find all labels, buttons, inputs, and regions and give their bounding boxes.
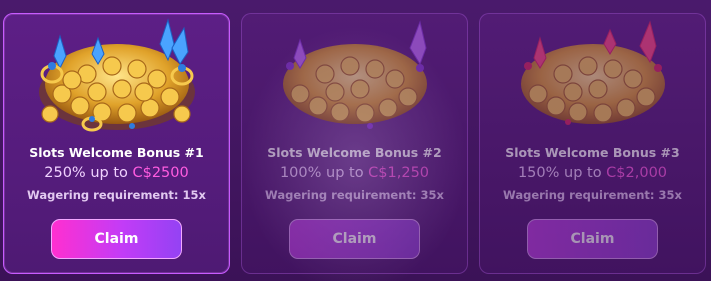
claim-button[interactable]: Claim (289, 219, 420, 259)
bonus-cards: Slots Welcome Bonus #1 250% up to C$2500… (0, 0, 711, 281)
claim-button[interactable]: Claim (527, 219, 658, 259)
bonus-amount: C$1,250 (368, 165, 430, 181)
wagering-requirement: Wagering requirement: 15x (27, 188, 206, 202)
treasure-coins-icon (283, 20, 427, 129)
bonus-card-3[interactable]: Slots Welcome Bonus #3 150% up to C$2,00… (479, 13, 706, 274)
bonus-amount: C$2500 (132, 165, 189, 181)
wagering-requirement: Wagering requirement: 35x (503, 188, 682, 202)
bonus-percent: 100% up to (279, 165, 369, 181)
treasure-coins-icon (39, 18, 195, 132)
bonus-title: Slots Welcome Bonus #1 (29, 145, 204, 160)
bonus-offer: 150% up to C$2,000 (480, 165, 705, 181)
bonus-percent: 250% up to (44, 165, 133, 181)
treasure-coins-icon (521, 20, 665, 125)
wagering-requirement: Wagering requirement: 35x (265, 188, 444, 202)
bonus-card-2[interactable]: Slots Welcome Bonus #2 100% up to C$1,25… (241, 13, 468, 274)
bonus-title: Slots Welcome Bonus #2 (267, 145, 442, 160)
bonus-offer: 250% up to C$2500 (4, 165, 229, 181)
bonus-card-1[interactable]: Slots Welcome Bonus #1 250% up to C$2500… (3, 13, 230, 274)
bonus-percent: 150% up to (517, 165, 607, 181)
bonus-title: Slots Welcome Bonus #3 (505, 145, 680, 160)
bonus-offer: 100% up to C$1,250 (242, 165, 467, 181)
bonus-amount: C$2,000 (606, 165, 668, 181)
claim-button[interactable]: Claim (51, 219, 182, 259)
